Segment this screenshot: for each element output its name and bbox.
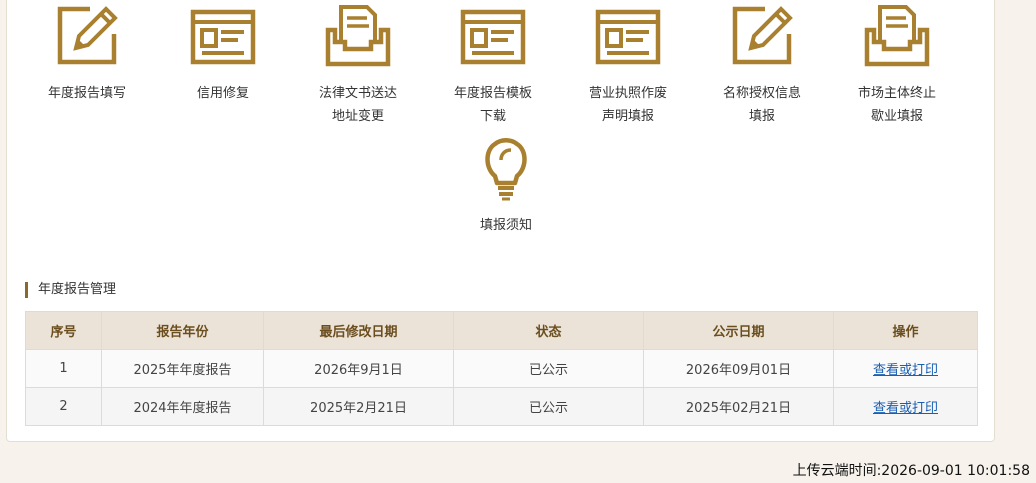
tile-filing-notes[interactable]: 填报须知: [451, 136, 561, 237]
tile-label-line1: 法律文书送达: [318, 86, 397, 101]
document-tray-icon: [325, 5, 391, 67]
tile-label-line1: 年度报告模板: [453, 86, 532, 101]
tile-entity-termination[interactable]: 市场主体终止 歇业填报: [842, 2, 952, 128]
tile-label-line2: 填报: [748, 109, 775, 124]
tile-credit-repair[interactable]: 信用修复: [168, 2, 278, 105]
cell-publish-date: 2025年02月21日: [643, 387, 834, 426]
cell-actions: 查看或打印: [833, 387, 978, 426]
cell-actions: 查看或打印: [833, 349, 978, 388]
tile-label-line2: 下载: [479, 109, 506, 124]
tile-license-void-statement[interactable]: 营业执照作废 声明填报: [573, 2, 683, 128]
tile-label-line1: 市场主体终止: [857, 86, 936, 101]
tile-annual-report-fill[interactable]: 年度报告填写: [32, 2, 142, 105]
tile-name-authorization[interactable]: 名称授权信息 填报: [707, 2, 817, 128]
tile-label-line1: 年度报告填写: [47, 86, 126, 101]
header-publish-date: 公示日期: [643, 311, 834, 350]
tile-legal-doc-address-change[interactable]: 法律文书送达 地址变更: [303, 2, 413, 128]
cell-last-modified: 2025年2月21日: [263, 387, 454, 426]
tile-label-line1: 填报须知: [479, 218, 532, 233]
tile-report-template-download[interactable]: 年度报告模板 下载: [438, 2, 548, 128]
view-or-print-link[interactable]: 查看或打印: [873, 401, 938, 416]
header-status: 状态: [453, 311, 644, 350]
view-or-print-link[interactable]: 查看或打印: [873, 363, 938, 378]
header-last-modified: 最后修改日期: [263, 311, 454, 350]
header-index: 序号: [25, 311, 102, 350]
tile-label-line1: 营业执照作废: [588, 86, 667, 101]
cell-status: 已公示: [453, 387, 644, 426]
tile-label-line2: 地址变更: [331, 109, 384, 124]
header-actions: 操作: [833, 311, 978, 350]
form-window-icon: [460, 9, 526, 65]
form-window-icon: [190, 9, 256, 65]
tile-label-line1: 名称授权信息: [722, 86, 801, 101]
cell-report-year: 2025年年度报告: [101, 349, 264, 388]
cell-report-year: 2024年年度报告: [101, 387, 264, 426]
service-icon-grid: 年度报告填写 信用修复 法律文书送达 地址变更 年度报告模板 下载 营业执照作废…: [0, 0, 1036, 250]
section-title-annual-report: 年度报告管理: [25, 282, 116, 298]
cell-index: 1: [25, 349, 102, 388]
cell-status: 已公示: [453, 349, 644, 388]
form-window-icon: [595, 9, 661, 65]
upload-time-status: 上传云端时间:2026-09-01 10:01:58: [792, 463, 1030, 479]
table-header-row: 序号 报告年份 最后修改日期 状态 公示日期 操作: [25, 311, 978, 350]
document-tray-icon: [864, 5, 930, 67]
tile-label-line2: 歇业填报: [870, 109, 923, 124]
pencil-square-icon: [732, 6, 793, 65]
lightbulb-icon: [485, 138, 527, 201]
pencil-square-icon: [57, 6, 118, 65]
cell-last-modified: 2026年9月1日: [263, 349, 454, 388]
tile-label-line1: 信用修复: [196, 86, 249, 101]
table-row: 2 2024年年度报告 2025年2月21日 已公示 2025年02月21日 查…: [25, 387, 978, 426]
header-report-year: 报告年份: [101, 311, 264, 350]
cell-publish-date: 2026年09月01日: [643, 349, 834, 388]
tile-label-line2: 声明填报: [601, 109, 654, 124]
annual-report-table: 序号 报告年份 最后修改日期 状态 公示日期 操作 1 2025年年度报告 20…: [25, 311, 978, 426]
cell-index: 2: [25, 387, 102, 426]
table-row: 1 2025年年度报告 2026年9月1日 已公示 2026年09月01日 查看…: [25, 349, 978, 388]
